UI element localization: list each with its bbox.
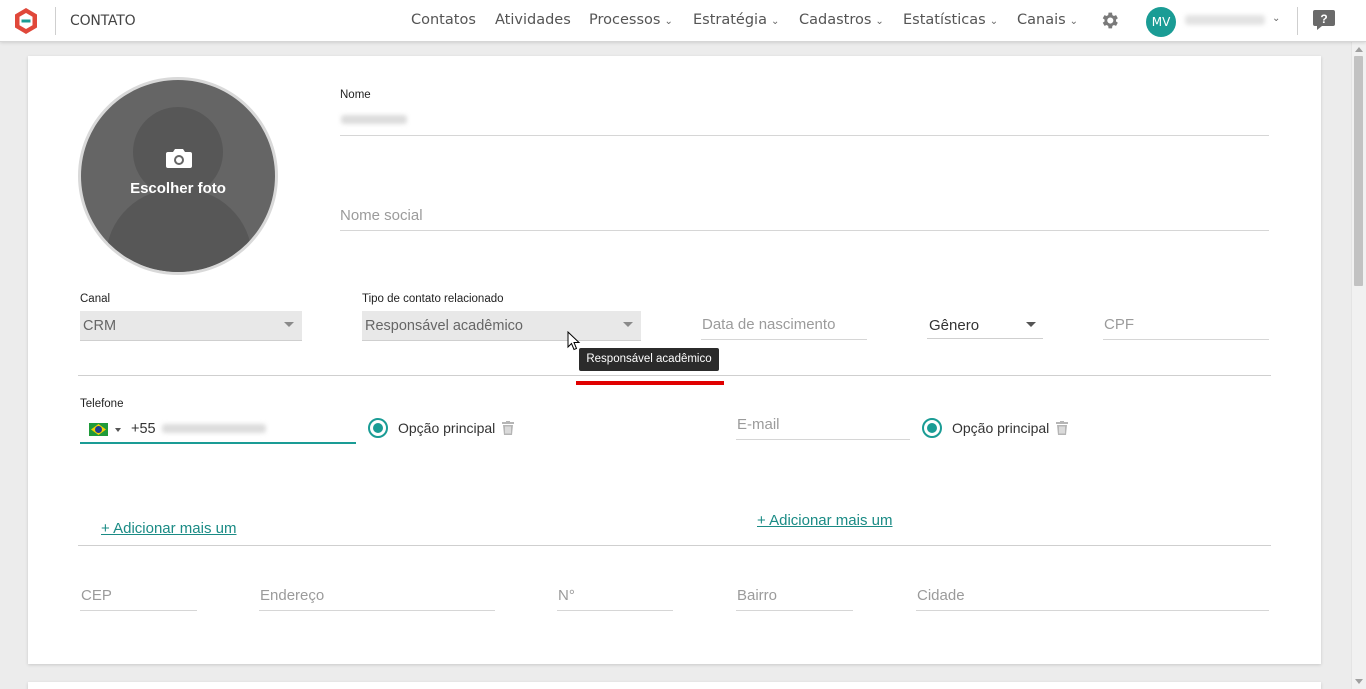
cpf-input[interactable] (1103, 339, 1269, 340)
canal-select[interactable]: CRM (80, 311, 302, 341)
section-divider (78, 545, 1271, 546)
cpf-placeholder: CPF (1104, 316, 1134, 333)
gear-icon[interactable] (1099, 10, 1120, 31)
mouse-cursor-icon (567, 331, 581, 351)
chevron-down-icon: ⌄ (875, 16, 884, 27)
add-more-email-link[interactable]: + Adicionar mais um (757, 512, 892, 529)
red-highlight-mark (576, 381, 724, 385)
next-section-card (28, 682, 1321, 689)
avatar-silhouette-body (106, 188, 252, 272)
country-caret-icon[interactable] (115, 428, 121, 432)
genero-value: Gênero (929, 317, 980, 334)
add-more-telefone-link[interactable]: + Adicionar mais um (101, 520, 236, 537)
email-opcao-principal-label: Opção principal (952, 420, 1050, 436)
chevron-down-icon: ⌄ (989, 16, 999, 27)
nav-label: Contatos (411, 12, 476, 28)
telefone-input[interactable]: +55 (80, 416, 356, 444)
telefone-opcao-principal-label: Opção principal (398, 420, 496, 436)
scrollbar-thumb[interactable] (1354, 56, 1363, 286)
telefone-value-redacted (162, 424, 266, 433)
nome-social-input[interactable] (340, 230, 1269, 231)
telefone-opcao-principal-radio[interactable] (368, 418, 388, 438)
nome-social-placeholder: Nome social (340, 207, 423, 224)
nav-atividades[interactable]: Atividades (495, 12, 571, 28)
chevron-down-icon: ⌄ (770, 16, 780, 27)
chevron-down-icon[interactable]: ⌄ (1272, 13, 1280, 24)
app-logo-icon[interactable] (12, 7, 40, 35)
numero-placeholder: N° (558, 587, 575, 604)
chevron-down-icon: ⌄ (664, 16, 673, 27)
tipo-contato-value: Responsável acadêmico (365, 318, 523, 334)
canal-label: Canal (80, 293, 111, 305)
trash-icon[interactable] (502, 421, 514, 435)
email-opcao-principal-radio[interactable] (922, 418, 942, 438)
data-nascimento-input[interactable] (701, 339, 867, 340)
canal-value: CRM (83, 318, 117, 334)
nav-canais[interactable]: Canais ⌄ (1017, 12, 1078, 28)
cep-input[interactable] (80, 610, 197, 611)
cidade-placeholder: Cidade (917, 587, 965, 604)
nav-contatos[interactable]: Contatos (411, 12, 476, 28)
tipo-contato-label: Tipo de contato relacionado (362, 293, 504, 305)
nome-input[interactable] (340, 135, 1269, 136)
nav-label: Estratégia (693, 12, 767, 28)
nav-estatisticas[interactable]: Estatísticas ⌄ (903, 12, 998, 28)
cidade-input[interactable] (916, 610, 1269, 611)
nav-label: Estatísticas (903, 12, 986, 28)
choose-photo-button[interactable]: Escolher foto (78, 77, 278, 275)
tipo-contato-select[interactable]: Responsável acadêmico (362, 311, 641, 341)
caret-down-icon (623, 322, 633, 327)
nav-estrategia[interactable]: Estratégia ⌄ (693, 12, 779, 28)
nav-label: Atividades (495, 12, 571, 28)
help-icon[interactable]: ? (1312, 9, 1336, 31)
choose-photo-label: Escolher foto (130, 180, 226, 197)
bairro-input[interactable] (736, 610, 853, 611)
endereco-input[interactable] (259, 610, 495, 611)
email-placeholder: E-mail (737, 416, 780, 433)
telefone-label: Telefone (80, 398, 124, 410)
svg-text:?: ? (1320, 12, 1327, 26)
top-navigation-bar: CONTATO Contatos Atividades Processos ⌄ E… (0, 0, 1366, 42)
trash-icon[interactable] (1056, 421, 1068, 435)
caret-down-icon (284, 322, 294, 327)
tooltip: Responsável acadêmico (579, 348, 719, 371)
nav-label: Processos (589, 12, 661, 28)
dial-code: +55 (131, 421, 156, 437)
page-title: CONTATO (70, 13, 136, 29)
nome-label: Nome (340, 89, 371, 101)
section-divider (78, 375, 1271, 376)
user-name-redacted[interactable] (1185, 15, 1265, 25)
scroll-up-arrow-icon[interactable] (1355, 47, 1363, 52)
caret-down-icon (1026, 322, 1036, 327)
header-divider (55, 7, 56, 35)
scroll-down-arrow-icon[interactable] (1355, 679, 1363, 684)
cep-placeholder: CEP (81, 587, 112, 604)
chevron-down-icon: ⌄ (1069, 16, 1079, 27)
numero-input[interactable] (557, 610, 673, 611)
bairro-placeholder: Bairro (737, 587, 778, 604)
nav-label: Cadastros (799, 12, 872, 28)
nav-processos[interactable]: Processos ⌄ (589, 12, 673, 28)
nav-label: Canais (1017, 12, 1066, 28)
endereco-placeholder: Endereço (260, 587, 325, 604)
avatar[interactable]: MV (1146, 7, 1176, 37)
camera-icon (166, 149, 192, 168)
nome-value-redacted (341, 115, 407, 124)
email-input[interactable] (736, 439, 910, 440)
brazil-flag-icon[interactable] (89, 423, 108, 436)
genero-select[interactable]: Gênero (927, 311, 1043, 339)
nav-cadastros[interactable]: Cadastros ⌄ (799, 12, 884, 28)
data-nascimento-placeholder: Data de nascimento (702, 316, 836, 333)
header-divider (1297, 7, 1298, 35)
